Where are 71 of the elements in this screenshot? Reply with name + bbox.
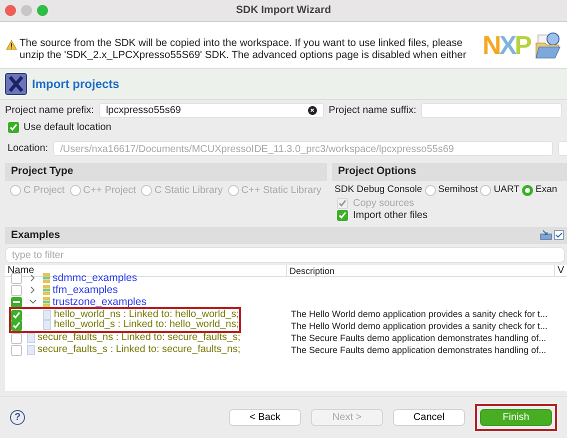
column-header: Description <box>286 265 554 277</box>
description-text: The Hello World demo application provides a sanity check for t... <box>291 308 548 320</box>
file-icon <box>43 310 52 320</box>
clear-icon[interactable] <box>308 106 317 114</box>
radio-label: C Project <box>24 184 65 198</box>
warning-message: The source from the SDK will be copied into the workspace. If you want to use linked files, please unzip the 'SDK_2.x_LPCXpresso55S69' SDK. The advanced options page is disabled when either <box>20 37 468 63</box>
checkbox[interactable] <box>11 320 22 331</box>
wizard-button[interactable]: Finish <box>480 409 552 426</box>
field-label: Project name prefix: <box>5 104 94 118</box>
group-title: Project Options <box>332 163 567 181</box>
tree-item[interactable]: trustzone_examples <box>52 296 146 308</box>
wizard-button[interactable]: < Back <box>229 409 301 426</box>
checkbox-label: Import other files <box>353 210 428 222</box>
group-title: Project Type <box>5 163 327 181</box>
tree-item[interactable]: secure_faults_ns : Linked to: secure_faults_s; <box>38 332 240 344</box>
checkbox-label: Use default location <box>24 121 112 135</box>
stack-icon <box>43 297 50 308</box>
checkbox[interactable] <box>11 296 22 308</box>
column-header: Name <box>6 265 36 277</box>
radio-label: Exan <box>535 183 558 198</box>
radio-label: UART <box>494 183 520 198</box>
file-icon <box>27 345 35 356</box>
stack-icon <box>43 273 50 284</box>
logo: NXP <box>482 32 530 58</box>
page-heading: Import projects <box>32 76 120 93</box>
field-label: SDK Debug Console <box>334 183 422 198</box>
warning-icon <box>6 40 17 50</box>
radio-button[interactable] <box>140 185 152 196</box>
tree-item[interactable]: secure_faults_s : Linked to: secure_faults_ns; <box>38 344 240 356</box>
radio-label: C++ Static Library <box>241 184 322 198</box>
stack-icon <box>43 285 50 296</box>
window-control-icon[interactable] <box>5 5 16 16</box>
group-title: Examples <box>11 228 60 242</box>
radio-label: C Static Library <box>154 184 223 198</box>
column-header: V <box>554 265 564 277</box>
file-icon <box>43 320 52 330</box>
radio-button[interactable] <box>522 184 533 196</box>
checkbox[interactable] <box>337 210 348 221</box>
tree-item[interactable]: sdmmc_examples <box>52 272 138 284</box>
checkbox-label: Copy sources <box>353 198 414 210</box>
description-text: The Hello World demo application provides a sanity check for t... <box>291 320 548 332</box>
wizard-button[interactable]: Cancel <box>393 409 465 426</box>
radio-button[interactable] <box>70 185 81 196</box>
radio-button[interactable] <box>10 185 21 196</box>
checkbox[interactable] <box>11 332 22 344</box>
folder-icon <box>535 31 561 59</box>
field-label: Project name suffix: <box>328 104 416 118</box>
radio-button[interactable] <box>424 184 436 196</box>
filter-field[interactable]: type to filter <box>5 246 565 263</box>
checkbox[interactable] <box>11 272 22 284</box>
description-text: The Secure Faults demo application demonstrates handling of... <box>291 344 546 356</box>
input-field[interactable]: lpcxpresso55s69 <box>98 102 324 118</box>
radio-label: C++ Project <box>83 184 136 198</box>
checkbox[interactable] <box>11 310 22 321</box>
checkbox[interactable] <box>8 122 18 133</box>
description-text: The Secure Faults demo application demonstrates handling of... <box>291 332 546 344</box>
help-button[interactable]: ? <box>10 410 25 425</box>
radio-label: Semihost <box>438 183 478 198</box>
radio-button[interactable] <box>228 185 239 196</box>
dash-icon <box>13 300 20 304</box>
field-label: Location: <box>8 142 48 156</box>
radio-button[interactable] <box>480 184 492 196</box>
tree-item[interactable]: hello_world_s : Linked to: hello_world_ns; <box>54 319 239 332</box>
checkbox[interactable] <box>11 344 22 356</box>
window-control-icon[interactable] <box>37 5 48 16</box>
select-all-icon[interactable] <box>554 230 564 240</box>
input-field[interactable] <box>421 102 562 118</box>
checkbox[interactable] <box>11 284 22 296</box>
window-title: SDK Import Wizard <box>236 2 331 18</box>
tree-item[interactable]: tfm_examples <box>52 284 118 296</box>
file-icon <box>27 333 35 344</box>
